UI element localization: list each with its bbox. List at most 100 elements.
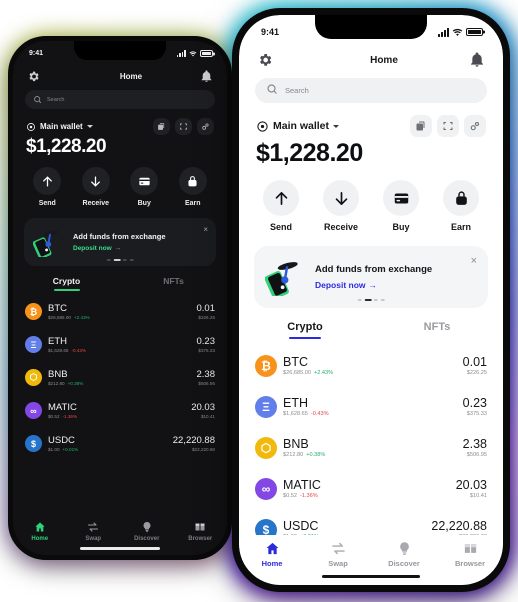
wallet-selector[interactable]: Main wallet	[256, 120, 340, 133]
asset-values: 22,220.88 $22,220.88	[431, 519, 487, 535]
bell-icon[interactable]	[469, 52, 485, 68]
promo-banner[interactable]: Add funds from exchange Deposit now → ×	[254, 246, 488, 308]
nav-browser[interactable]: Browser	[437, 541, 503, 568]
wallet-selector[interactable]: Main wallet	[26, 122, 93, 132]
asset-info: MATIC $0.52 -1.36%	[283, 478, 456, 500]
app-bar: Home	[239, 43, 503, 76]
asset-amount: 0.23	[196, 336, 216, 347]
nav-discover[interactable]: Discover	[120, 521, 174, 542]
action-buy[interactable]: Buy	[383, 180, 419, 232]
action-receive[interactable]: Receive	[81, 167, 110, 207]
search-placeholder: Search	[285, 86, 309, 95]
bottom-nav: Home Swap Discover Browser	[239, 535, 503, 571]
phone-exchange-illustration	[32, 227, 67, 260]
card-icon	[383, 180, 419, 216]
nav-browser[interactable]: Browser	[174, 521, 228, 542]
nav-label: Browser	[454, 559, 485, 568]
card-icon	[130, 167, 159, 195]
search-input[interactable]: Search	[25, 90, 215, 109]
promo-text: Add funds from exchange Deposit now →	[73, 232, 166, 252]
bell-icon[interactable]	[200, 70, 213, 83]
home-icon	[34, 521, 46, 533]
chevron-down-icon	[86, 125, 93, 128]
deposit-now-link[interactable]: Deposit now →	[73, 245, 166, 252]
close-icon[interactable]: ×	[203, 226, 208, 234]
asset-tabs: Crypto NFTs	[239, 321, 503, 339]
close-icon[interactable]: ×	[471, 256, 477, 267]
chevron-down-icon	[333, 124, 340, 128]
asset-symbol: USDC	[48, 435, 75, 446]
table-row[interactable]: Ξ ETH $1,628.65 -0.43% 0.23 $375.33	[25, 328, 215, 361]
arrow-right-icon: →	[114, 245, 122, 252]
deposit-now-label: Deposit now	[315, 280, 366, 290]
link-icon[interactable]	[464, 115, 486, 137]
asset-change: -0.43%	[310, 411, 329, 418]
swap-icon	[331, 541, 346, 556]
eye-icon	[26, 122, 36, 132]
gear-icon[interactable]	[27, 70, 40, 83]
notch	[74, 41, 166, 60]
asset-fiat: $506.95	[198, 381, 215, 386]
action-receive[interactable]: Receive	[323, 180, 359, 232]
deposit-now-label: Deposit now	[73, 245, 112, 252]
wallet-balance: $1,228.20	[256, 139, 363, 167]
lock-icon	[178, 167, 207, 195]
arrow-right-icon: →	[368, 280, 378, 290]
action-label: Earn	[450, 222, 471, 232]
coin-icon: $	[25, 435, 42, 452]
arrow-up-icon	[263, 180, 299, 216]
status-time: 9:41	[29, 50, 44, 57]
table-row[interactable]: ₿ BTC $26,685.00 +2.43% 0.01 $226.25	[25, 295, 215, 328]
action-earn[interactable]: Earn	[443, 180, 479, 232]
scan-icon[interactable]	[175, 118, 192, 135]
light-screen: 9:41 Home Search Main wallet $1,228.20 S…	[239, 15, 503, 585]
asset-values: 0.23 $375.33	[463, 396, 487, 418]
gear-icon[interactable]	[257, 52, 273, 68]
table-row[interactable]: ₿ BTC $26,685.00 +2.43% 0.01 $226.25	[255, 345, 487, 386]
tab-crypto[interactable]: Crypto	[239, 321, 371, 339]
action-earn[interactable]: Earn	[178, 167, 207, 207]
nav-swap[interactable]: Swap	[67, 521, 121, 542]
table-row[interactable]: Ξ ETH $1,628.65 -0.43% 0.23 $375.33	[255, 386, 487, 427]
action-buy[interactable]: Buy	[130, 167, 159, 207]
action-label: Receive	[82, 200, 109, 207]
arrow-up-icon	[33, 167, 62, 195]
search-input[interactable]: Search	[255, 78, 487, 103]
action-send[interactable]: Send	[263, 180, 299, 232]
scan-icon[interactable]	[437, 115, 459, 137]
page-title: Home	[370, 54, 398, 66]
tab-crypto[interactable]: Crypto	[13, 276, 120, 291]
copy-icon[interactable]	[410, 115, 432, 137]
nav-home[interactable]: Home	[239, 541, 305, 568]
nav-swap[interactable]: Swap	[305, 541, 371, 568]
link-icon[interactable]	[197, 118, 214, 135]
tab-nfts[interactable]: NFTs	[371, 321, 503, 339]
coin-icon: ⬡	[255, 436, 277, 459]
table-row[interactable]: ⬡ BNB $212.80 +0.38% 2.38 $506.95	[25, 361, 215, 394]
asset-sub: $0.52 -1.36%	[48, 414, 191, 419]
deposit-now-link[interactable]: Deposit now →	[315, 280, 432, 290]
copy-icon[interactable]	[153, 118, 170, 135]
nav-discover[interactable]: Discover	[371, 541, 437, 568]
asset-info: BTC $26,685.00 +2.43%	[48, 303, 197, 320]
action-send[interactable]: Send	[33, 167, 62, 207]
asset-symbol: BTC	[48, 303, 67, 314]
asset-info: USDC $1.00 +0.01%	[283, 519, 431, 535]
tab-nfts[interactable]: NFTs	[120, 276, 227, 291]
promo-banner[interactable]: Add funds from exchange Deposit now → ×	[24, 218, 216, 266]
asset-values: 22,220.88 $22,220.88	[173, 435, 215, 452]
nav-home[interactable]: Home	[13, 521, 67, 542]
table-row[interactable]: ∞ MATIC $0.52 -1.36% 20.03 $10.41	[255, 468, 487, 509]
quick-actions: Send Receive Buy Earn	[239, 168, 503, 232]
coin-icon: ⬡	[25, 369, 42, 386]
asset-values: 20.03 $10.41	[191, 402, 215, 419]
asset-sub: $1,628.65 -0.43%	[48, 348, 197, 353]
table-row[interactable]: $ USDC $1.00 +0.01% 22,220.88 $22,220.88	[255, 509, 487, 535]
table-row[interactable]: ∞ MATIC $0.52 -1.36% 20.03 $10.41	[25, 394, 215, 427]
coin-icon: ∞	[255, 477, 277, 500]
asset-symbol: USDC	[283, 518, 319, 533]
table-row[interactable]: $ USDC $1.00 +0.01% 22,220.88 $22,220.88	[25, 427, 215, 460]
asset-sub: $212.80 +0.38%	[283, 452, 463, 458]
table-row[interactable]: ⬡ BNB $212.80 +0.38% 2.38 $506.95	[255, 427, 487, 468]
asset-sub: $1.00 +0.01%	[48, 447, 173, 452]
